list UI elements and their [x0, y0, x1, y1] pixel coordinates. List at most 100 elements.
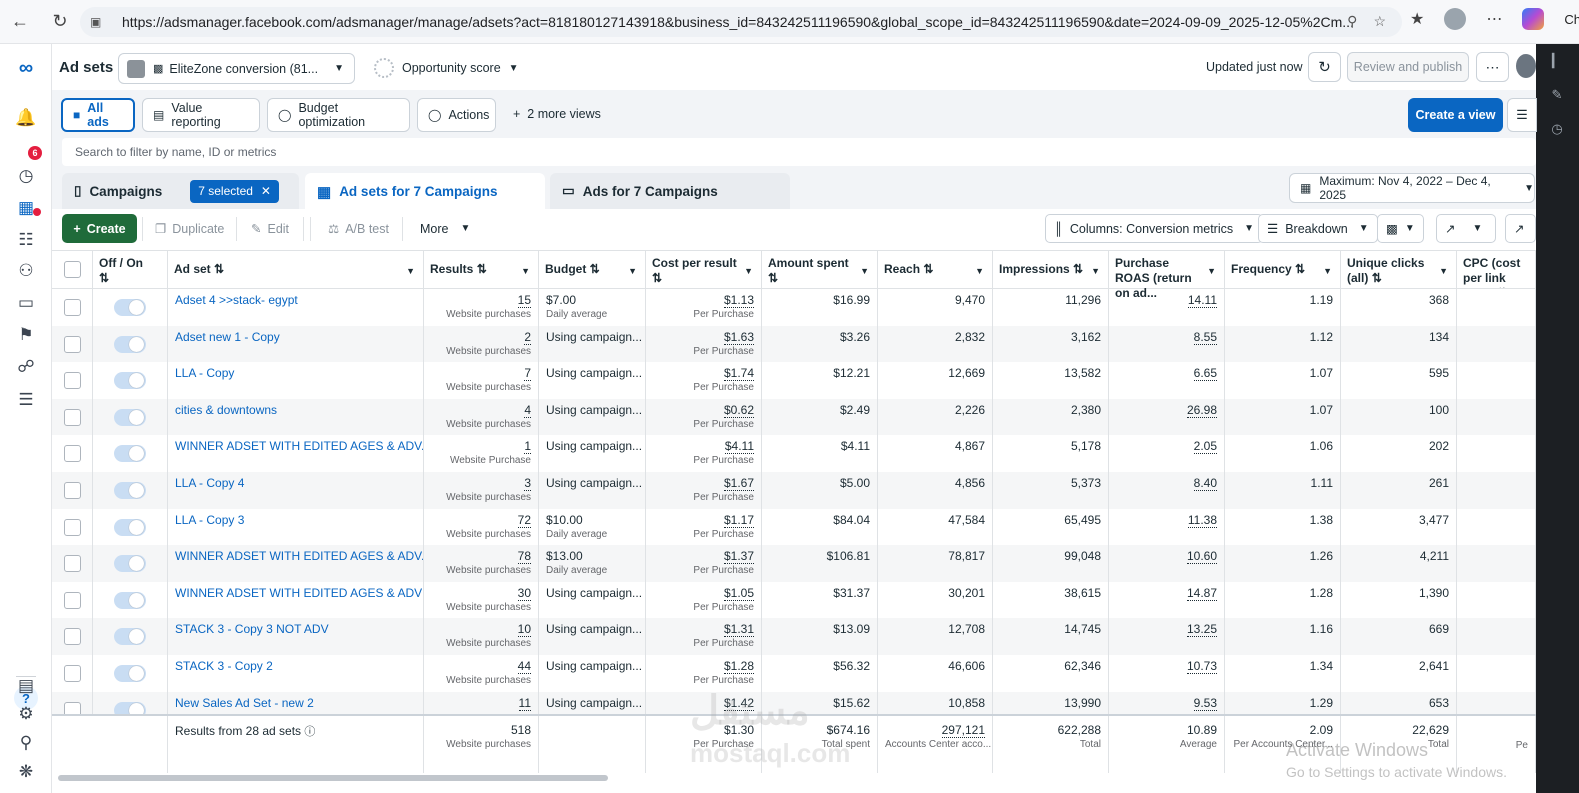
- sort-icon[interactable]: ⇅: [768, 271, 778, 285]
- bug-icon[interactable]: ❋: [14, 760, 38, 784]
- adset-name-link[interactable]: LLA - Copy: [175, 366, 234, 380]
- table-row[interactable]: Adset new 1 - Copy 2 Website purchases Usin…: [52, 325, 1536, 363]
- adset-name-link[interactable]: Adset 4 >>stack- egypt: [175, 293, 298, 307]
- delivery-toggle[interactable]: [114, 408, 146, 426]
- chevron-down-icon[interactable]: ▼: [628, 264, 637, 279]
- reports-selector[interactable]: ▩ ▼: [1377, 214, 1424, 243]
- chart-icon[interactable]: ▎: [1546, 50, 1568, 72]
- favorites-icon[interactable]: ★: [1410, 9, 1424, 29]
- chevron-down-icon[interactable]: ▼: [975, 264, 984, 279]
- header-budget[interactable]: Budget ⇅ ▼: [539, 251, 646, 289]
- header-cost-per-result[interactable]: Cost per result ⇅ ▼: [646, 251, 762, 289]
- chevron-down-icon[interactable]: ▼: [1091, 264, 1100, 279]
- sort-icon[interactable]: ⇅: [1372, 271, 1382, 285]
- adset-name-link[interactable]: WINNER ADSET WITH EDITED AGES & ADV...: [175, 549, 423, 563]
- adset-name-link[interactable]: WINNER ADSET WITH EDITED AGES & ADV...: [175, 439, 423, 453]
- view-actions[interactable]: ◯ Actions: [417, 98, 496, 132]
- adset-name-link[interactable]: New Sales Ad Set - new 2: [175, 696, 314, 710]
- chevron-down-icon[interactable]: ▼: [1323, 264, 1332, 279]
- history-clock-icon[interactable]: ◷: [1546, 118, 1568, 140]
- ab-test-button[interactable]: ⚖ A/B test: [318, 214, 399, 243]
- delivery-toggle[interactable]: [114, 628, 146, 646]
- header-adset[interactable]: Ad set ⇅ ▼: [168, 251, 424, 289]
- table-row[interactable]: LLA - Copy 4 3 Website purchases Using camp…: [52, 472, 1536, 509]
- site-info-icon[interactable]: ▣: [90, 15, 108, 29]
- info-icon[interactable]: ⓘ: [304, 726, 315, 738]
- delivery-toggle[interactable]: [114, 335, 146, 353]
- zoom-icon[interactable]: ⚲: [1347, 13, 1357, 30]
- select-all-checkbox[interactable]: [64, 261, 81, 278]
- create-view-button[interactable]: Create a view: [1408, 98, 1503, 132]
- more-views-button[interactable]: + 2 more views: [513, 107, 601, 121]
- bell-icon[interactable]: 🔔: [14, 106, 38, 130]
- table-row[interactable]: WINNER ADSET WITH EDITED AGES & ADV... 1 W…: [52, 435, 1536, 472]
- hamburger-menu-icon[interactable]: ☰: [14, 388, 38, 412]
- table-row[interactable]: LLA - Copy 3 72 Website purchases $10.00 Dai…: [52, 508, 1536, 546]
- row-checkbox[interactable]: [64, 482, 81, 499]
- delivery-toggle[interactable]: [114, 445, 146, 463]
- delivery-toggle[interactable]: [114, 299, 146, 316]
- table-row[interactable]: STACK 3 - Copy 3 NOT ADV 10 Website purcha…: [52, 618, 1536, 655]
- business-tools-icon[interactable]: ☍: [14, 355, 38, 379]
- chevron-down-icon[interactable]: ▼: [744, 264, 753, 279]
- sort-icon[interactable]: ⇅: [99, 271, 109, 285]
- table-row[interactable]: WINNER ADSET WITH EDITED AGES & ADV 30 Web…: [52, 581, 1536, 619]
- adset-name-link[interactable]: LLA - Copy 3: [175, 513, 244, 527]
- close-icon[interactable]: ✕: [261, 184, 271, 198]
- selected-badge[interactable]: 7 selected ✕: [190, 179, 279, 203]
- chevron-down-icon[interactable]: ▼: [1439, 264, 1448, 279]
- adset-name-link[interactable]: Adset new 1 - Copy: [175, 330, 280, 344]
- date-range-picker[interactable]: ▦ Maximum: Nov 4, 2022 – Dec 4, 2025 ▼: [1289, 173, 1535, 203]
- sort-icon[interactable]: ⇅: [1295, 262, 1305, 276]
- sort-icon[interactable]: ⇅: [477, 262, 487, 276]
- adset-name-link[interactable]: LLA - Copy 4: [175, 476, 244, 490]
- pages-icon[interactable]: ☷: [14, 228, 38, 252]
- adset-name-link[interactable]: STACK 3 - Copy 2: [175, 659, 273, 673]
- dashboard-gauge-icon[interactable]: ◷: [14, 164, 38, 188]
- url-text[interactable]: https://adsmanager.facebook.com/adsmanag…: [122, 14, 1352, 30]
- create-button[interactable]: + Create: [62, 214, 137, 243]
- header-impressions[interactable]: Impressions ⇅ ▼: [993, 251, 1109, 289]
- delivery-toggle[interactable]: [114, 372, 146, 390]
- horizontal-scrollbar[interactable]: [58, 775, 608, 781]
- avatar[interactable]: [1516, 54, 1536, 78]
- view-settings-button[interactable]: ☰: [1507, 98, 1537, 132]
- meta-logo-icon[interactable]: ∞: [14, 56, 38, 80]
- more-options-button[interactable]: ⋯: [1476, 52, 1509, 82]
- chevron-down-icon[interactable]: ▼: [406, 264, 415, 279]
- report-icon[interactable]: ▤: [14, 674, 38, 698]
- delivery-toggle[interactable]: [114, 518, 146, 536]
- delivery-toggle[interactable]: [114, 482, 146, 499]
- star-icon[interactable]: ☆: [1373, 13, 1386, 30]
- search-icon[interactable]: ⚲: [14, 731, 38, 755]
- edit-button[interactable]: ✎ Edit: [241, 214, 299, 243]
- row-checkbox[interactable]: [64, 555, 81, 573]
- table-row[interactable]: Adset 4 >>stack- egypt 15 Website purchase…: [52, 289, 1536, 326]
- row-checkbox[interactable]: [64, 335, 81, 353]
- pencil-icon[interactable]: ✎: [1546, 84, 1568, 106]
- tab-campaigns[interactable]: ▯ Campaigns 7 selected ✕: [62, 173, 299, 209]
- search-input[interactable]: Search to filter by name, ID or metrics: [62, 138, 1536, 166]
- account-selector[interactable]: ▩ EliteZone conversion (81... ▼: [118, 53, 355, 84]
- review-publish-button[interactable]: Review and publish: [1347, 52, 1469, 82]
- header-amount-spent[interactable]: Amount spent ⇅ ▼: [762, 251, 878, 289]
- opportunity-score-button[interactable]: Opportunity score ▼: [374, 58, 519, 78]
- row-checkbox[interactable]: [64, 518, 81, 536]
- chevron-down-icon[interactable]: ▼: [1207, 264, 1216, 279]
- adset-name-link[interactable]: cities & downtowns: [175, 403, 277, 417]
- sort-icon[interactable]: ⇅: [214, 262, 224, 276]
- menu-dots-icon[interactable]: ⋯: [1486, 9, 1502, 29]
- megaphone-icon[interactable]: ⚑: [14, 323, 38, 347]
- sort-icon[interactable]: ⇅: [590, 262, 600, 276]
- more-menu-button[interactable]: More ▼: [410, 214, 480, 243]
- sort-icon[interactable]: ⇅: [923, 262, 933, 276]
- export-selector[interactable]: ↗ ▼: [1436, 214, 1496, 243]
- chevron-down-icon[interactable]: ▼: [521, 264, 530, 279]
- view-budget-optimization[interactable]: ◯ Budget optimization: [267, 98, 410, 132]
- header-frequency[interactable]: Frequency ⇅ ▼: [1225, 251, 1341, 289]
- breakdown-selector[interactable]: ☰ Breakdown ▼: [1258, 214, 1378, 243]
- table-row[interactable]: LLA - Copy 7 Website purchases Using campai…: [52, 362, 1536, 399]
- refresh-button[interactable]: ↻: [1308, 52, 1341, 82]
- delivery-toggle[interactable]: [114, 665, 146, 682]
- table-row[interactable]: WINNER ADSET WITH EDITED AGES & ADV... 78…: [52, 545, 1536, 582]
